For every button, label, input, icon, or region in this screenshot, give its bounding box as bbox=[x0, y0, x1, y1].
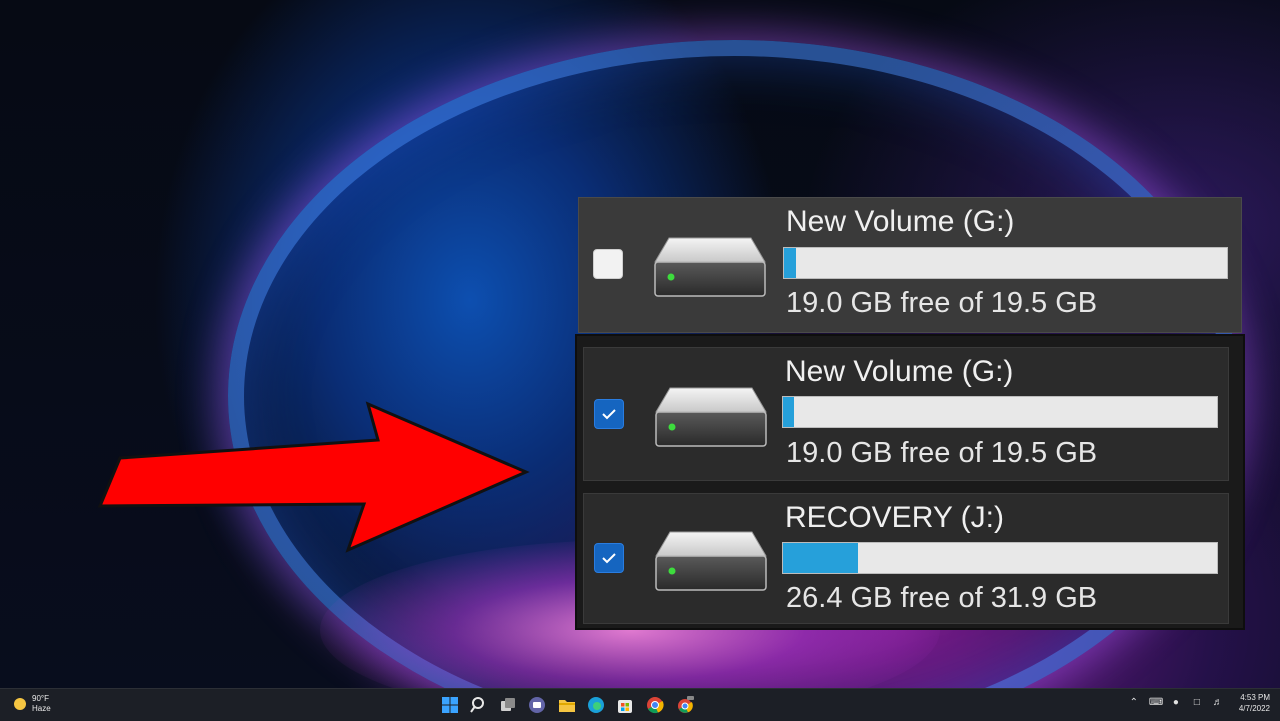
chrome-beta-icon[interactable] bbox=[675, 695, 695, 715]
checkmark-icon bbox=[602, 409, 616, 420]
volume-free-space: 19.0 GB free of 19.5 GB bbox=[786, 287, 1098, 319]
drive-checkbox[interactable] bbox=[594, 399, 624, 429]
desktop-wallpaper: New Volume (G:) 19.0 GB free of 19.5 GB … bbox=[0, 0, 1280, 688]
capacity-bar bbox=[783, 247, 1228, 279]
hard-drive-icon bbox=[655, 387, 767, 447]
capacity-bar-fill bbox=[784, 248, 796, 278]
capacity-bar-fill bbox=[783, 543, 858, 573]
teams-chat-icon[interactable] bbox=[527, 695, 547, 715]
clock[interactable]: 4:53 PM 4/7/2022 bbox=[1239, 692, 1270, 714]
drive-checkbox[interactable] bbox=[593, 249, 623, 279]
sun-icon bbox=[14, 698, 26, 710]
capacity-bar bbox=[782, 542, 1218, 574]
capacity-bar-fill bbox=[783, 397, 795, 427]
file-explorer-icon[interactable] bbox=[557, 695, 577, 715]
hard-drive-icon bbox=[655, 531, 767, 591]
system-tray: ⌃ ⌨ ● □ ♬ 4:53 PM 4/7/2022 bbox=[1128, 692, 1270, 714]
weather-temperature: 90°F bbox=[32, 694, 49, 703]
clock-time: 4:53 PM bbox=[1240, 693, 1270, 702]
chevron-up-icon[interactable]: ⌃ bbox=[1128, 697, 1140, 709]
search-icon[interactable] bbox=[469, 695, 489, 715]
chrome-icon[interactable] bbox=[645, 695, 665, 715]
volume-icon[interactable]: ♬ bbox=[1212, 697, 1224, 709]
microphone-icon[interactable]: ● bbox=[1170, 697, 1182, 709]
volume-free-space: 19.0 GB free of 19.5 GB bbox=[786, 437, 1098, 469]
task-view-icon[interactable] bbox=[498, 695, 518, 715]
volume-free-space: 26.4 GB free of 31.9 GB bbox=[786, 582, 1098, 614]
hard-drive-icon bbox=[654, 237, 766, 297]
volume-name: RECOVERY (J:) bbox=[785, 501, 1004, 534]
volume-name: New Volume (G:) bbox=[786, 205, 1015, 238]
weather-widget[interactable]: 90°F Haze bbox=[14, 694, 51, 714]
network-icon[interactable]: □ bbox=[1191, 697, 1203, 709]
volume-name: New Volume (G:) bbox=[785, 355, 1014, 388]
clock-date: 4/7/2022 bbox=[1238, 704, 1270, 713]
drive-checkbox[interactable] bbox=[594, 543, 624, 573]
weather-description: Haze bbox=[32, 704, 51, 713]
red-arrow-icon bbox=[97, 401, 530, 553]
edge-icon[interactable] bbox=[586, 695, 606, 715]
microsoft-store-icon[interactable] bbox=[615, 695, 635, 715]
checkmark-icon bbox=[602, 553, 616, 564]
capacity-bar bbox=[782, 396, 1218, 428]
keyboard-icon[interactable]: ⌨ bbox=[1149, 697, 1163, 709]
taskbar: 90°F Haze ⌃ ⌨ ● □ ♬ 4:53 PM 4/7/2022 bbox=[0, 688, 1280, 721]
windows-start-icon[interactable] bbox=[440, 695, 460, 715]
